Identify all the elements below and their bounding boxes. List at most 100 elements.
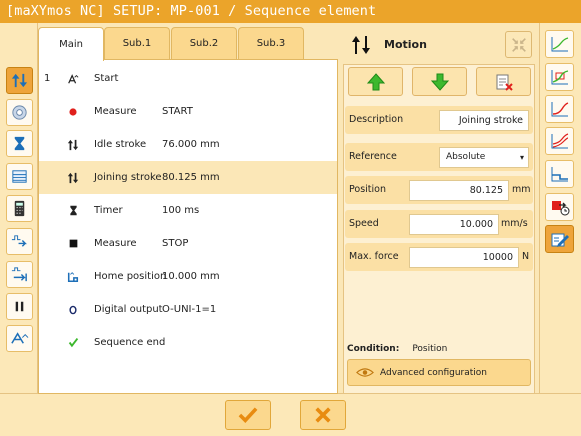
- table-button[interactable]: [6, 163, 33, 190]
- confirm-button[interactable]: [225, 400, 271, 430]
- window-title: [maXYmos NC] SETUP: MP-001 / Sequence el…: [0, 0, 581, 23]
- disc-icon: [12, 105, 27, 120]
- cancel-button[interactable]: [300, 400, 346, 430]
- hourglass-icon: [66, 204, 80, 218]
- sequence-editor-button[interactable]: [545, 225, 574, 253]
- output-signal-button[interactable]: [6, 261, 33, 288]
- step-name: Digital output: [94, 304, 163, 315]
- measure-button[interactable]: [6, 99, 33, 126]
- step-value: 10.000 mm: [162, 271, 220, 282]
- step-name: Measure: [94, 106, 137, 117]
- hourglass-icon: [14, 136, 25, 151]
- curve-button-5[interactable]: [545, 160, 574, 188]
- pause-button[interactable]: [6, 293, 33, 320]
- step-number: 1: [44, 73, 51, 84]
- reference-row: Reference Absolute ▾: [345, 143, 533, 171]
- chart-band-icon: [551, 133, 568, 149]
- advanced-configuration-button[interactable]: Advanced configuration: [347, 359, 531, 386]
- start-icon: [11, 332, 29, 344]
- delete-step-button[interactable]: [476, 67, 531, 96]
- description-row: Description Joining stroke: [345, 106, 533, 134]
- speed-label: Speed: [349, 218, 379, 229]
- position-unit: mm: [512, 184, 531, 195]
- chart-icon: [551, 37, 568, 52]
- advanced-configuration-label: Advanced configuration: [380, 367, 488, 378]
- export-button[interactable]: [545, 193, 574, 221]
- curve-button-2[interactable]: [545, 63, 574, 91]
- chart-window-icon: [551, 70, 568, 85]
- max-force-field[interactable]: 10000: [409, 247, 519, 268]
- calculator-button[interactable]: [6, 195, 33, 222]
- close-icon: [315, 407, 331, 423]
- condition-label: Condition:: [347, 344, 400, 354]
- signal-icon: [11, 235, 27, 247]
- sequence-button[interactable]: [6, 67, 33, 94]
- collapse-button[interactable]: [505, 31, 532, 58]
- step-name: Joining stroke: [94, 172, 162, 183]
- list-item[interactable]: Sequence end: [39, 326, 337, 359]
- timer-button[interactable]: [6, 130, 33, 157]
- pause-icon: [15, 301, 24, 312]
- step-name: Sequence end: [94, 337, 166, 348]
- curve-button-1[interactable]: [545, 30, 574, 58]
- right-toolbar: [539, 23, 581, 393]
- sequence-list: 1 Start Measure START Idle stroke 76.000…: [38, 59, 338, 394]
- delete-list-icon: [496, 74, 513, 91]
- updown-arrows-icon: [11, 73, 28, 88]
- condition-value: Position: [412, 344, 448, 354]
- step-value: O-UNI-1=1: [162, 304, 217, 315]
- list-item[interactable]: Timer 100 ms: [39, 194, 337, 227]
- step-value: 100 ms: [162, 205, 200, 216]
- checkmark-icon: [66, 336, 80, 350]
- list-item[interactable]: Measure STOP: [39, 227, 337, 260]
- start-icon: [66, 72, 80, 86]
- reference-value: Absolute: [446, 152, 486, 162]
- description-field[interactable]: Joining stroke: [439, 110, 529, 131]
- reference-label: Reference: [349, 151, 397, 162]
- bottom-bar: [0, 393, 581, 436]
- description-label: Description: [349, 114, 404, 125]
- step-name: Timer: [94, 205, 123, 216]
- list-item[interactable]: Joining stroke 80.125 mm: [39, 161, 337, 194]
- chevron-down-icon: ▾: [519, 153, 524, 162]
- updown-arrows-icon: [66, 138, 80, 152]
- condition-text: Condition: Position: [347, 344, 447, 354]
- step-name: Idle stroke: [94, 139, 147, 150]
- arrow-down-icon: [430, 73, 449, 91]
- step-value: START: [162, 106, 193, 117]
- start-button[interactable]: [6, 325, 33, 352]
- step-value: 80.125 mm: [162, 172, 220, 183]
- curve-button-3[interactable]: [545, 95, 574, 123]
- position-field[interactable]: 80.125: [409, 180, 509, 201]
- tab-sub2[interactable]: Sub.2: [171, 27, 237, 59]
- edit-icon: [551, 233, 569, 247]
- black-square-icon: [66, 237, 80, 251]
- move-up-button[interactable]: [348, 67, 403, 96]
- eye-icon: [356, 368, 374, 377]
- list-item[interactable]: Digital output O-UNI-1=1: [39, 293, 337, 326]
- max-force-row: Max. force 10000 N: [345, 243, 533, 271]
- calculator-icon: [14, 200, 25, 217]
- tab-sub1[interactable]: Sub.1: [104, 27, 170, 59]
- tab-main[interactable]: Main: [38, 27, 104, 61]
- tab-sub3[interactable]: Sub.3: [238, 27, 304, 59]
- curve-button-4[interactable]: [545, 127, 574, 155]
- speed-field[interactable]: 10.000: [409, 214, 499, 235]
- position-row: Position 80.125 mm: [345, 176, 533, 204]
- list-item[interactable]: Home position 10.000 mm: [39, 260, 337, 293]
- collapse-arrows-icon: [511, 37, 526, 52]
- reference-select[interactable]: Absolute ▾: [439, 147, 529, 168]
- list-item[interactable]: 1 Start: [39, 62, 337, 95]
- max-force-label: Max. force: [349, 251, 399, 262]
- speed-row: Speed 10.000 mm/s: [345, 210, 533, 238]
- list-item[interactable]: Measure START: [39, 95, 337, 128]
- output-signal-icon: [11, 267, 27, 282]
- chart-step-icon: [551, 167, 568, 182]
- signal-button[interactable]: [6, 228, 33, 255]
- move-down-button[interactable]: [412, 67, 467, 96]
- updown-arrows-icon: [66, 171, 80, 185]
- arrow-up-icon: [366, 72, 385, 90]
- updown-arrows-icon: [352, 36, 370, 54]
- list-item[interactable]: Idle stroke 76.000 mm: [39, 128, 337, 161]
- step-value: STOP: [162, 238, 189, 249]
